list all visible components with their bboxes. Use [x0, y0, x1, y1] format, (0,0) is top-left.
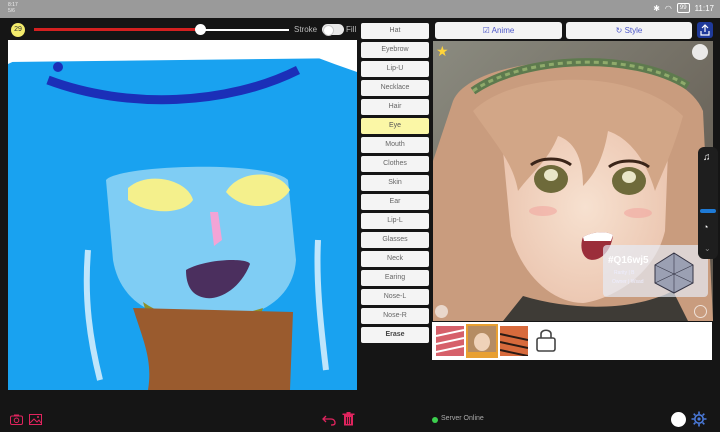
- character-rarity: Rarity | B: [614, 270, 635, 276]
- history-strip: [432, 322, 712, 360]
- status-bar: 8:17 5/6 ✱ ◠ 99 11:17: [0, 0, 720, 18]
- part-button-lip-u[interactable]: Lip-U: [361, 61, 429, 77]
- part-button-necklace[interactable]: Necklace: [361, 80, 429, 96]
- slider-thumb[interactable]: [194, 24, 206, 35]
- music-note-icon[interactable]: ♫: [703, 152, 711, 163]
- crystal-icon: [654, 252, 694, 294]
- chevron-down-icon[interactable]: ⌄: [704, 244, 711, 253]
- favorite-star-icon[interactable]: ★: [436, 44, 449, 58]
- anime-button[interactable]: ☑ Anime: [435, 22, 562, 39]
- info-icon[interactable]: [694, 305, 707, 318]
- account-icon[interactable]: [671, 412, 686, 427]
- part-button-skin[interactable]: Skin: [361, 175, 429, 191]
- status-right: ✱ ◠ 99 11:17: [653, 3, 714, 13]
- style-button[interactable]: ↻ Style: [566, 22, 692, 39]
- wifi-icon: ◠: [664, 3, 672, 13]
- stroke-width-slider[interactable]: [34, 24, 289, 35]
- part-button-clothes[interactable]: Clothes: [361, 156, 429, 172]
- lock-icon[interactable]: [535, 326, 557, 354]
- part-button-neck[interactable]: Neck: [361, 251, 429, 267]
- anime-label: Anime: [491, 26, 515, 35]
- part-button-nose-r[interactable]: Nose-R: [361, 308, 429, 324]
- brush-size-indicator[interactable]: 29: [11, 23, 25, 37]
- battery-icon: 99: [676, 3, 690, 13]
- stroke-label: Stroke: [294, 25, 318, 34]
- fill-label: Fill: [346, 25, 357, 34]
- undo-icon[interactable]: [322, 413, 336, 426]
- refresh-icon: ↻: [615, 26, 625, 35]
- character-owner: Owner | Wsad: [612, 279, 644, 285]
- part-button-mouth[interactable]: Mouth: [361, 137, 429, 153]
- status-time-left: 8:17 5/6: [8, 2, 18, 14]
- anime-icon: ☑: [482, 26, 492, 35]
- share-icon[interactable]: [696, 21, 714, 39]
- history-thumb-selected[interactable]: [466, 324, 498, 358]
- bell-icon[interactable]: ◔: [703, 222, 708, 232]
- server-status-text: Server Online: [441, 415, 484, 422]
- server-status-dot: [432, 417, 438, 423]
- sketch-drawing: [8, 40, 357, 390]
- part-button-glasses[interactable]: Glasses: [361, 232, 429, 248]
- parts-list: Hat Eyebrow Lip-U Necklace Hair Eye Mouth Cloth…: [361, 23, 429, 346]
- style-label: Style: [624, 26, 643, 35]
- camera-icon[interactable]: [10, 414, 23, 425]
- erase-button[interactable]: Erase: [361, 327, 429, 343]
- trash-icon[interactable]: [342, 412, 355, 426]
- bluetooth-icon: ✱: [653, 3, 660, 13]
- status-date-small: 5/6: [8, 8, 15, 14]
- touch-hand-icon[interactable]: [692, 44, 708, 60]
- slider-fill: [34, 28, 200, 31]
- part-button-lip-l[interactable]: Lip-L: [361, 213, 429, 229]
- history-thumb[interactable]: [500, 326, 528, 356]
- status-clock: 11:17: [694, 3, 714, 13]
- drawing-canvas[interactable]: [8, 40, 357, 390]
- stroke-fill-toggle[interactable]: [322, 24, 344, 36]
- character-code: #Q16wj5: [608, 255, 649, 266]
- upload-icon[interactable]: [435, 305, 448, 318]
- part-button-eye[interactable]: Eye: [361, 118, 429, 134]
- volume-bar[interactable]: [700, 209, 716, 213]
- gallery-icon[interactable]: [29, 414, 42, 425]
- part-button-ear[interactable]: Ear: [361, 194, 429, 210]
- history-thumb[interactable]: [436, 326, 464, 356]
- part-button-hat[interactable]: Hat: [361, 23, 429, 39]
- floating-side-toolbar: [698, 147, 718, 259]
- part-button-earing[interactable]: Earing: [361, 270, 429, 286]
- part-button-hair[interactable]: Hair: [361, 99, 429, 115]
- gear-icon[interactable]: [691, 411, 707, 427]
- part-button-eyebrow[interactable]: Eyebrow: [361, 42, 429, 58]
- part-button-nose-l[interactable]: Nose-L: [361, 289, 429, 305]
